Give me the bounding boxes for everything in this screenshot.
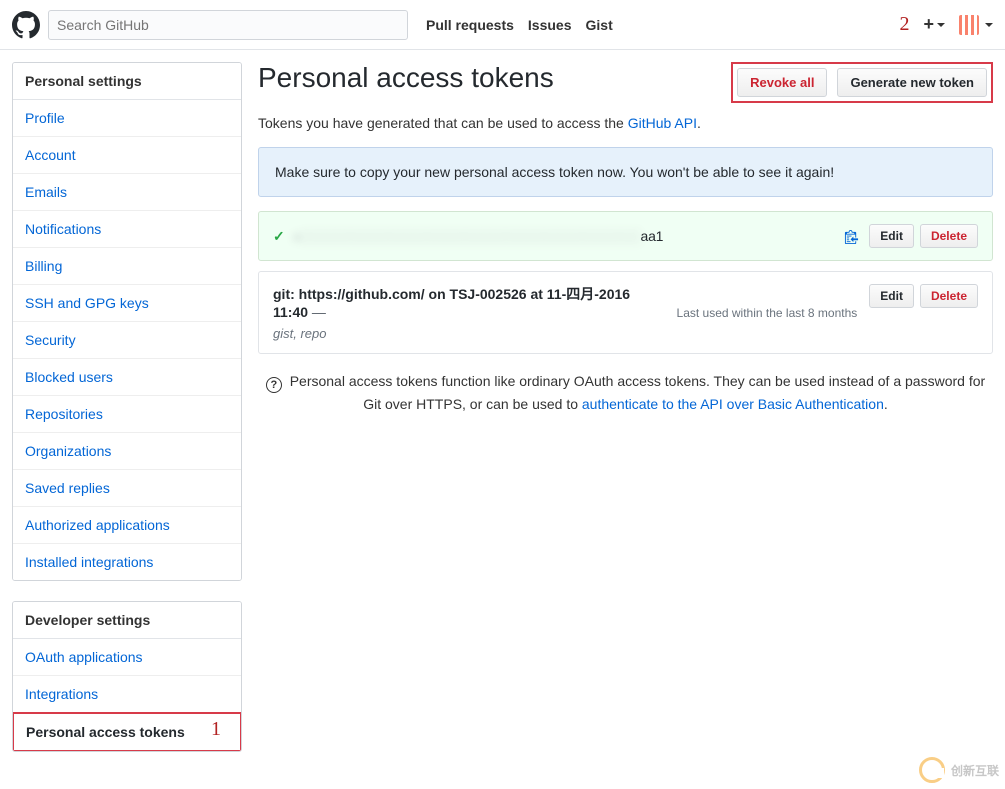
sidebar-item-repositories[interactable]: Repositories <box>13 396 241 433</box>
edit-new-token-button[interactable]: Edit <box>869 224 914 248</box>
token-description: git: https://github.com/ on TSJ-002526 a… <box>273 284 665 320</box>
page-header: Personal access tokens Revoke all Genera… <box>258 62 993 103</box>
avatar <box>959 15 979 35</box>
sidebar-item-ssh-gpg[interactable]: SSH and GPG keys <box>13 285 241 322</box>
flash-notice: Make sure to copy your new personal acce… <box>258 147 993 197</box>
menu-developer-settings: Developer settings OAuth applications In… <box>12 601 242 752</box>
sidebar-item-profile[interactable]: Profile <box>13 100 241 137</box>
sidebar-item-blocked-users[interactable]: Blocked users <box>13 359 241 396</box>
sidebar-item-installed-integrations[interactable]: Installed integrations <box>13 544 241 580</box>
github-api-link[interactable]: GitHub API <box>628 115 697 131</box>
intro-suffix: . <box>697 115 701 131</box>
help-suffix: . <box>884 396 888 412</box>
primary-nav: Pull requests Issues Gist <box>426 17 613 33</box>
token-suffix: aa1 <box>640 228 663 244</box>
create-menu[interactable]: + <box>923 14 945 35</box>
sidebar-item-saved-replies[interactable]: Saved replies <box>13 470 241 507</box>
edit-token-button[interactable]: Edit <box>869 284 914 308</box>
token-row: git: https://github.com/ on TSJ-002526 a… <box>258 271 993 354</box>
new-token-value: a░░░░░░░░░░░░░░░░░░░░░░░░░░░░░░░░░░░aa1 <box>293 228 835 244</box>
caret-down-icon <box>937 23 945 27</box>
intro-prefix: Tokens you have generated that can be us… <box>258 115 628 131</box>
nav-pull-requests[interactable]: Pull requests <box>426 17 514 33</box>
mark-github-icon <box>12 11 40 39</box>
help-text: ? Personal access tokens function like o… <box>258 370 993 415</box>
annotation-1: 1 <box>211 718 221 741</box>
help-auth-link[interactable]: authenticate to the API over Basic Authe… <box>582 396 884 412</box>
top-bar: Pull requests Issues Gist 2 + <box>0 0 1005 50</box>
copy-icon[interactable] <box>844 229 859 244</box>
caret-down-icon <box>985 23 993 27</box>
sidebar-item-emails[interactable]: Emails <box>13 174 241 211</box>
token-prefix: git: https://github.com/ <box>273 286 425 302</box>
sidebar-item-notifications[interactable]: Notifications <box>13 211 241 248</box>
sidebar-item-oauth-apps[interactable]: OAuth applications <box>13 639 241 676</box>
menu-personal-settings: Personal settings Profile Account Emails… <box>12 62 242 581</box>
github-logo[interactable] <box>12 11 40 39</box>
revoke-all-button[interactable]: Revoke all <box>737 68 827 97</box>
question-icon: ? <box>266 377 282 393</box>
token-last-used: Last used within the last 8 months <box>677 306 858 320</box>
token-scopes: gist, repo <box>273 326 665 341</box>
main-content: Personal access tokens Revoke all Genera… <box>258 62 993 415</box>
plus-icon: + <box>923 14 934 35</box>
sidebar-item-security[interactable]: Security <box>13 322 241 359</box>
sidebar-item-integrations[interactable]: Integrations <box>13 676 241 713</box>
delete-new-token-button[interactable]: Delete <box>920 224 978 248</box>
sidebar-item-billing[interactable]: Billing <box>13 248 241 285</box>
menu-heading-personal: Personal settings <box>13 63 241 100</box>
sidebar-item-organizations[interactable]: Organizations <box>13 433 241 470</box>
page-title: Personal access tokens <box>258 62 731 94</box>
check-icon: ✓ <box>273 228 285 245</box>
menu-heading-developer: Developer settings <box>13 602 241 639</box>
sidebar: Personal settings Profile Account Emails… <box>12 62 242 772</box>
nav-gist[interactable]: Gist <box>586 17 613 33</box>
annotation-2: 2 <box>899 13 909 36</box>
user-menu[interactable] <box>959 15 993 35</box>
new-token-row: ✓ a░░░░░░░░░░░░░░░░░░░░░░░░░░░░░░░░░░░aa… <box>258 211 993 261</box>
generate-new-token-button[interactable]: Generate new token <box>837 68 987 97</box>
intro-text: Tokens you have generated that can be us… <box>258 115 993 131</box>
nav-issues[interactable]: Issues <box>528 17 572 33</box>
sidebar-item-account[interactable]: Account <box>13 137 241 174</box>
delete-token-button[interactable]: Delete <box>920 284 978 308</box>
sidebar-item-personal-access-tokens[interactable]: Personal access tokens <box>12 712 242 752</box>
token-dash: — <box>308 304 326 320</box>
search-input[interactable] <box>48 10 408 40</box>
sidebar-item-authorized-apps[interactable]: Authorized applications <box>13 507 241 544</box>
